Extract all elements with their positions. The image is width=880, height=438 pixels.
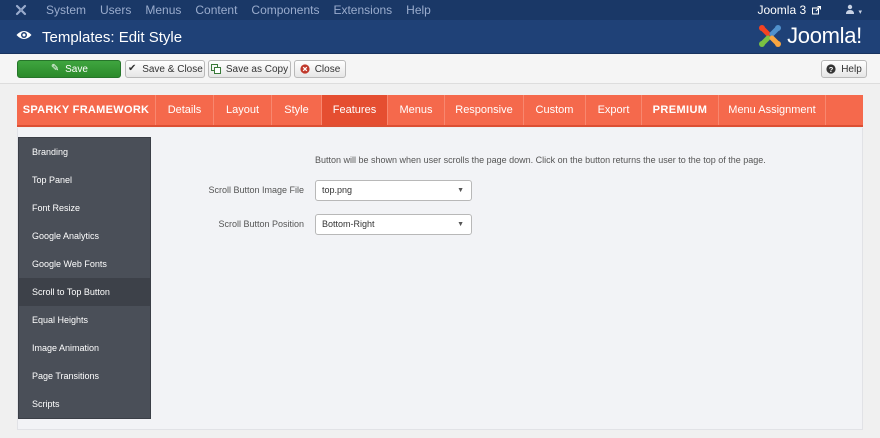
page-title: Templates: Edit Style: [42, 29, 183, 46]
tab-menus[interactable]: Menus: [388, 95, 445, 125]
svg-text:?: ?: [829, 65, 834, 74]
joomla-brand: Joomla!: [757, 23, 862, 49]
save-close-button[interactable]: ✔ Save & Close: [125, 60, 205, 78]
save-button[interactable]: ✎ Save: [17, 60, 121, 78]
position-value: Bottom-Right: [322, 219, 375, 229]
page-header: Templates: Edit Style Joomla!: [0, 20, 880, 54]
image-file-select[interactable]: top.png ▼: [315, 180, 472, 201]
sidebar-item-image-animation[interactable]: Image Animation: [19, 334, 150, 362]
sidebar-item-scripts[interactable]: Scripts: [19, 390, 150, 418]
tab-sparky-framework[interactable]: SPARKY FRAMEWORK: [17, 95, 156, 125]
framework-tab-bar: SPARKY FRAMEWORK Details Layout Style Fe…: [17, 95, 863, 127]
tab-custom[interactable]: Custom: [524, 95, 586, 125]
tab-export[interactable]: Export: [586, 95, 642, 125]
close-button[interactable]: Close: [294, 60, 346, 78]
chevron-down-icon: ▼: [457, 187, 464, 194]
topnav-right: Joomla 3 ▾: [757, 0, 862, 20]
close-icon: [300, 64, 310, 74]
site-link[interactable]: Joomla 3: [757, 3, 806, 17]
help-icon: ?: [826, 64, 836, 74]
help-button[interactable]: ? Help: [821, 60, 867, 78]
tab-premium[interactable]: PREMIUM: [642, 95, 719, 125]
sidebar-item-scroll-to-top[interactable]: Scroll to Top Button: [19, 278, 150, 306]
top-navbar: System Users Menus Content Components Ex…: [0, 0, 880, 20]
image-file-label: Scroll Button Image File: [208, 185, 304, 195]
sidebar-item-google-analytics[interactable]: Google Analytics: [19, 222, 150, 250]
sidebar-item-google-web-fonts[interactable]: Google Web Fonts: [19, 250, 150, 278]
position-select[interactable]: Bottom-Right ▼: [315, 214, 472, 235]
menu-help[interactable]: Help: [406, 3, 431, 17]
sidebar-item-page-transitions[interactable]: Page Transitions: [19, 362, 150, 390]
sidebar-item-top-panel[interactable]: Top Panel: [19, 166, 150, 194]
image-file-value: top.png: [322, 185, 353, 195]
save-copy-button[interactable]: Save as Copy: [208, 60, 291, 78]
check-icon: ✔: [128, 63, 137, 74]
external-link-icon: [812, 5, 822, 14]
joomla-brand-icon: [759, 25, 782, 47]
admin-menu: System Users Menus Content Components Ex…: [46, 0, 445, 20]
brand-wordmark: Joomla!: [787, 23, 862, 48]
menu-components[interactable]: Components: [251, 3, 319, 17]
copy-icon: [210, 64, 221, 74]
sidebar-item-equal-heights[interactable]: Equal Heights: [19, 306, 150, 334]
sidebar-item-branding[interactable]: Branding: [19, 138, 150, 166]
feature-description: Button will be shown when user scrolls t…: [315, 155, 766, 165]
tab-menu-assignment[interactable]: Menu Assignment: [719, 95, 826, 125]
tab-features[interactable]: Features: [322, 95, 388, 125]
position-label: Scroll Button Position: [218, 219, 304, 229]
tab-layout[interactable]: Layout: [214, 95, 272, 125]
tab-responsive[interactable]: Responsive: [445, 95, 524, 125]
user-menu[interactable]: ▾: [845, 3, 862, 17]
sidebar-item-font-resize[interactable]: Font Resize: [19, 194, 150, 222]
toolbar: ✎ Save ✔ Save & Close Save as Copy Close…: [0, 54, 880, 84]
menu-menus[interactable]: Menus: [145, 3, 181, 17]
chevron-down-icon: ▼: [457, 221, 464, 228]
menu-content[interactable]: Content: [195, 3, 237, 17]
tab-style[interactable]: Style: [272, 95, 322, 125]
eye-icon: [16, 31, 32, 39]
joomla-logo-icon[interactable]: [14, 3, 28, 17]
user-icon: [846, 4, 855, 14]
edit-icon: ✎: [50, 63, 60, 74]
menu-system[interactable]: System: [46, 3, 86, 17]
menu-extensions[interactable]: Extensions: [333, 3, 392, 17]
features-sidebar: Branding Top Panel Font Resize Google An…: [18, 137, 151, 419]
tab-details[interactable]: Details: [156, 95, 214, 125]
menu-users[interactable]: Users: [100, 3, 131, 17]
